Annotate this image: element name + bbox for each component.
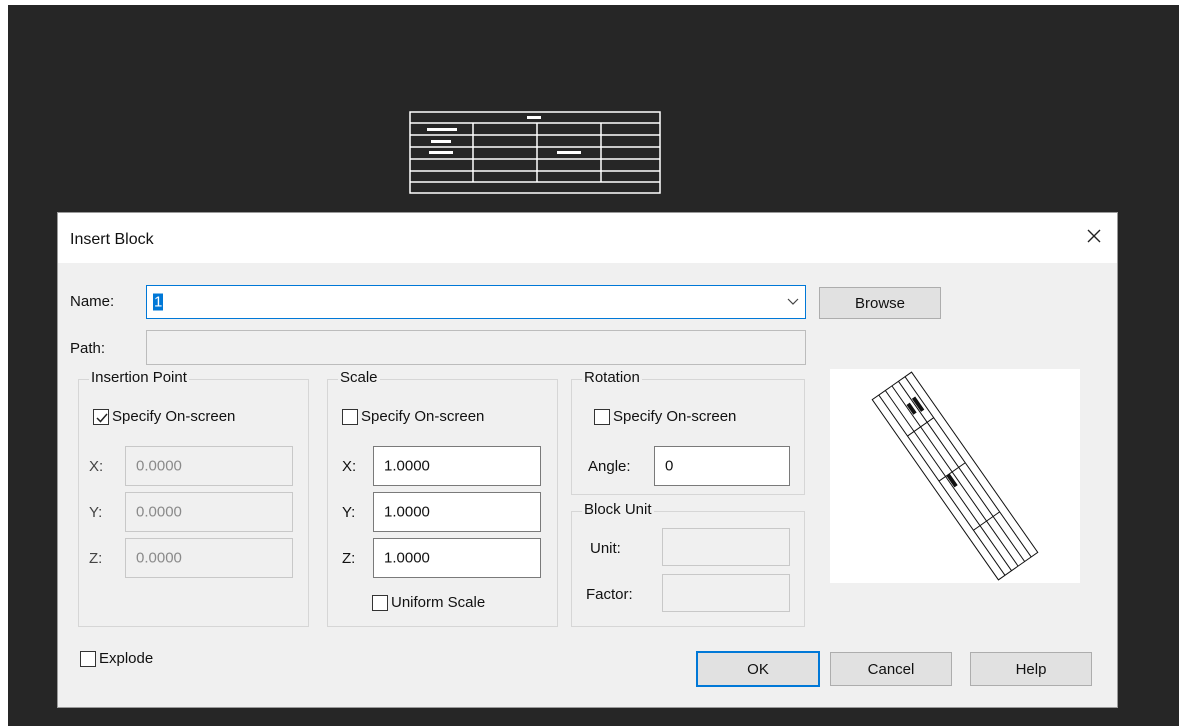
close-button[interactable] xyxy=(1081,223,1107,249)
help-button[interactable]: Help xyxy=(970,652,1092,686)
insertion-point-title: Insertion Point xyxy=(89,369,189,386)
factor-field xyxy=(662,574,790,612)
checkmark-icon xyxy=(96,413,108,423)
insert-block-dialog: Insert Block Name: 1 Browse Path: Insert… xyxy=(57,212,1118,708)
name-label: Name: xyxy=(70,293,115,310)
angle-field[interactable]: 0 xyxy=(654,446,790,486)
scale-x-label: X: xyxy=(342,458,357,475)
block-unit-title: Block Unit xyxy=(582,501,654,518)
checkbox-box xyxy=(594,408,610,425)
checkbox-box xyxy=(372,594,388,611)
factor-label: Factor: xyxy=(586,586,633,603)
insertion-x-field: 0.0000 xyxy=(125,446,293,486)
close-icon xyxy=(1087,229,1101,243)
ok-button[interactable]: OK xyxy=(696,651,820,687)
rotation-title: Rotation xyxy=(582,369,642,386)
scale-title: Scale xyxy=(338,369,380,386)
insertion-point-group: Insertion Point Specify On-screen X: 0.0… xyxy=(78,369,309,627)
uniform-scale-checkbox[interactable]: Uniform Scale xyxy=(372,594,485,611)
checkbox-box xyxy=(80,650,96,667)
insertion-y-label: Y: xyxy=(89,504,103,521)
rotation-specify-onscreen-checkbox[interactable]: Specify On-screen xyxy=(594,408,736,425)
block-preview-image xyxy=(871,371,1039,581)
cancel-button[interactable]: Cancel xyxy=(830,652,952,686)
unit-field xyxy=(662,528,790,566)
name-value: 1 xyxy=(153,293,164,311)
scale-z-label: Z: xyxy=(342,550,356,567)
checkbox-box xyxy=(342,408,358,425)
scale-x-field[interactable]: 1.0000 xyxy=(373,446,541,486)
dialog-titlebar: Insert Block xyxy=(58,213,1117,263)
path-label: Path: xyxy=(70,340,106,357)
block-unit-group: Block Unit Unit: Factor: xyxy=(571,501,805,627)
checkbox-box xyxy=(93,408,109,425)
dialog-title: Insert Block xyxy=(70,231,154,248)
insertion-y-field: 0.0000 xyxy=(125,492,293,532)
insertion-z-field: 0.0000 xyxy=(125,538,293,578)
insertion-x-label: X: xyxy=(89,458,104,475)
explode-checkbox[interactable]: Explode xyxy=(80,650,153,667)
scale-group: Scale Specify On-screen X: 1.0000 Y: 1.0… xyxy=(327,369,558,627)
chevron-down-icon xyxy=(787,298,799,305)
rotation-group: Rotation Specify On-screen Angle: 0 xyxy=(571,369,805,495)
cad-table-drawing xyxy=(409,111,661,194)
scale-specify-onscreen-checkbox[interactable]: Specify On-screen xyxy=(342,408,484,425)
insertion-z-label: Z: xyxy=(89,550,103,567)
scale-y-label: Y: xyxy=(342,504,356,521)
scale-z-field[interactable]: 1.0000 xyxy=(373,538,541,578)
block-preview xyxy=(830,369,1080,583)
scale-y-field[interactable]: 1.0000 xyxy=(373,492,541,532)
browse-button[interactable]: Browse xyxy=(819,287,941,319)
insertion-specify-onscreen-checkbox[interactable]: Specify On-screen xyxy=(93,408,235,425)
angle-label: Angle: xyxy=(588,458,631,475)
name-combobox[interactable]: 1 xyxy=(146,285,806,319)
unit-label: Unit: xyxy=(590,540,621,557)
path-field xyxy=(146,330,806,365)
